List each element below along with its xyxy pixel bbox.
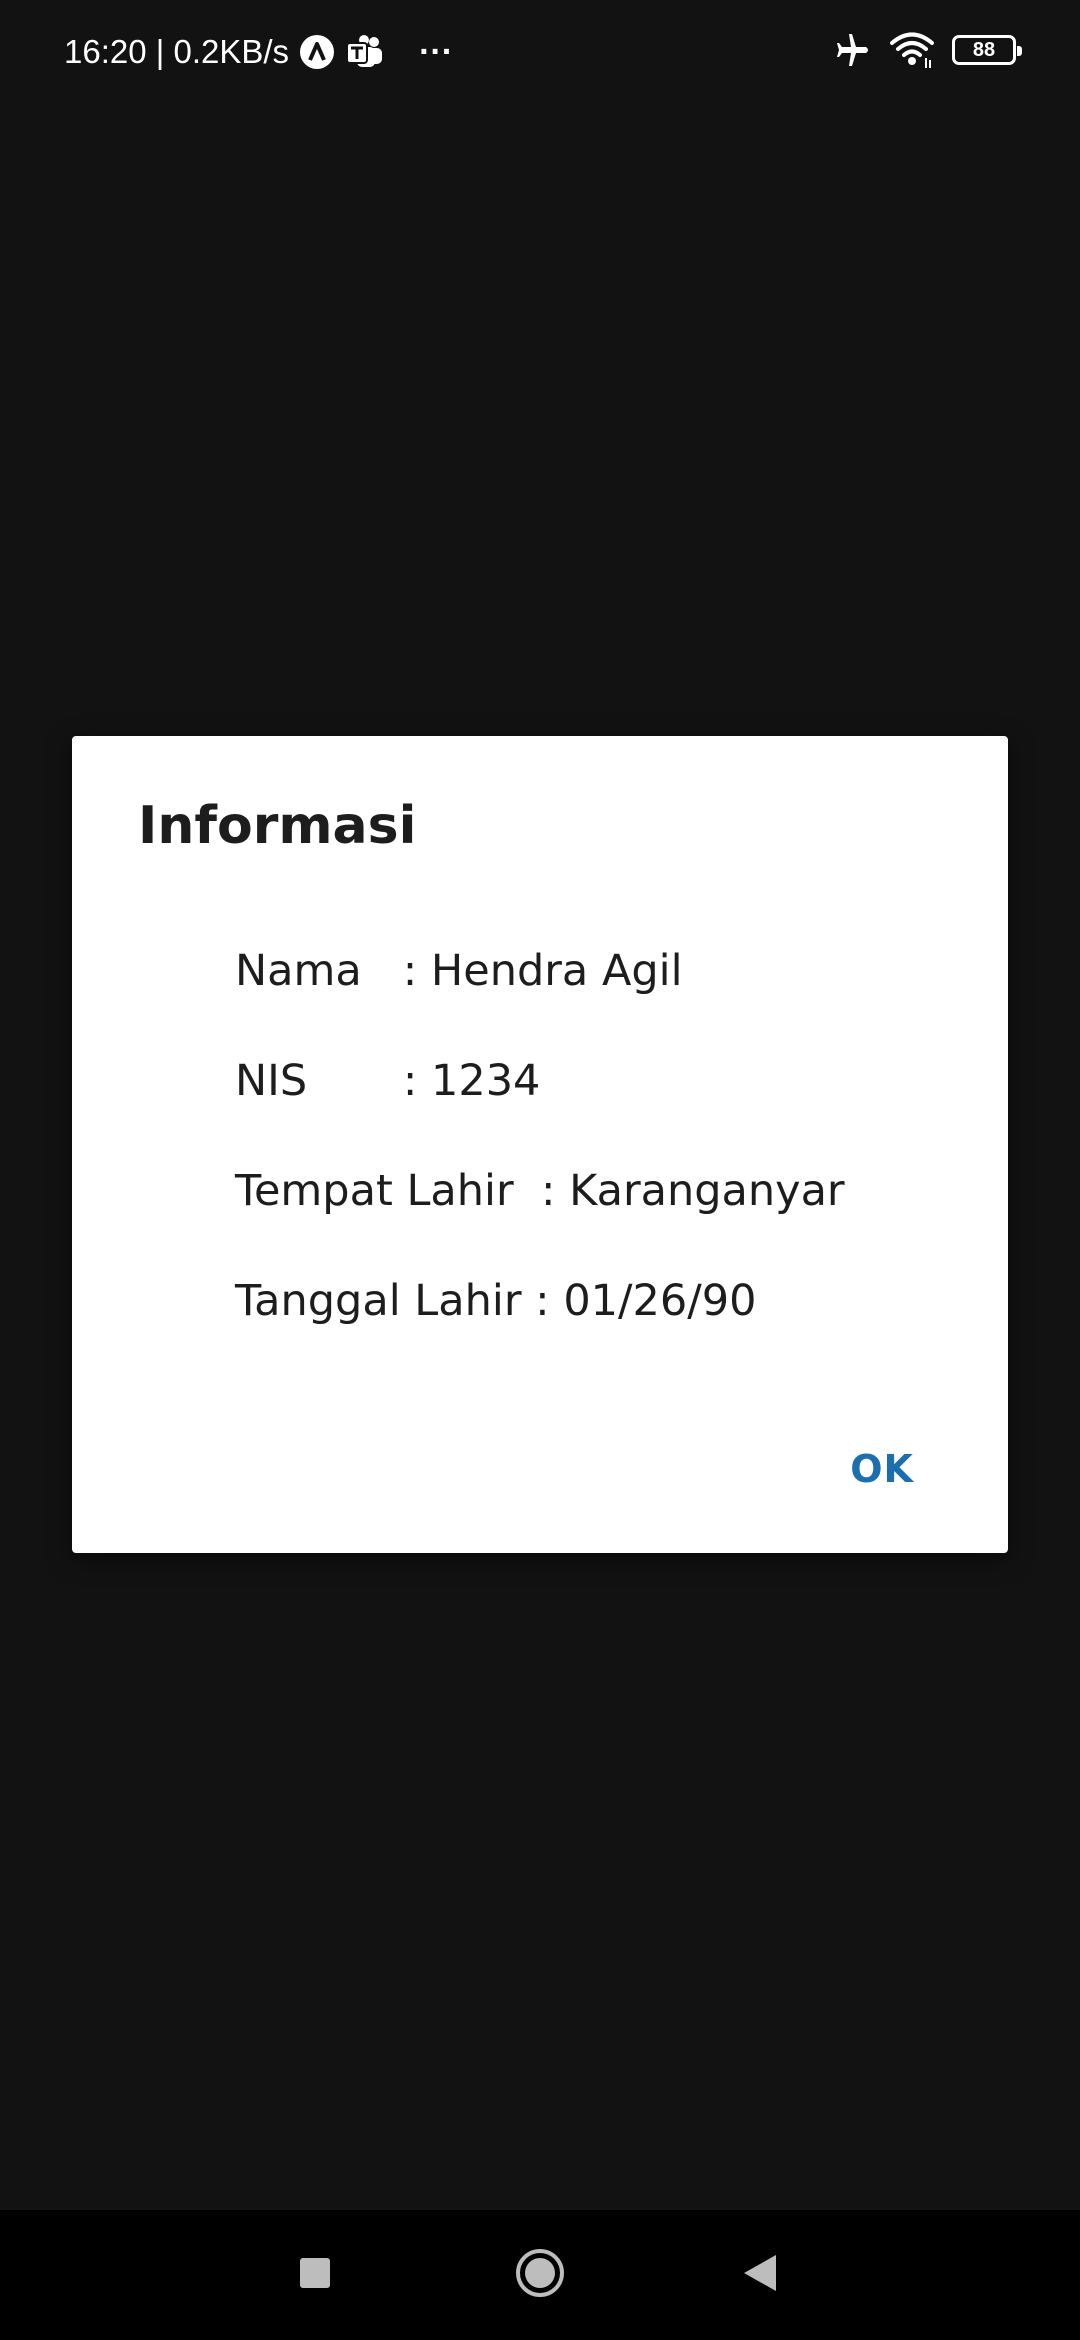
info-dialog: Informasi Nama : Hendra Agil NIS : 1234 … — [72, 736, 1008, 1553]
recents-button[interactable] — [255, 2210, 375, 2340]
airplane-mode-icon — [832, 30, 872, 70]
info-row-nama: Nama : Hendra Agil — [235, 946, 683, 996]
back-button[interactable] — [700, 2210, 820, 2340]
screen: 16:20 | 0.2KB/s ··· 88 Informasi Nama: … — [0, 0, 1080, 2340]
status-right: 88 — [832, 26, 1022, 74]
battery-level: 88 — [972, 38, 996, 61]
status-left: 16:20 | 0.2KB/s ··· — [64, 28, 453, 76]
status-bar: 16:20 | 0.2KB/s ··· 88 — [0, 0, 1080, 100]
more-notifications-icon: ··· — [419, 32, 454, 71]
info-list: Nama : Hendra Agil NIS : 1234 Tempat Lah… — [235, 916, 955, 1356]
battery-icon: 88 — [952, 35, 1022, 65]
teams-icon — [345, 34, 385, 70]
back-icon — [742, 2253, 778, 2297]
status-time-speed: 16:20 | 0.2KB/s — [64, 33, 290, 70]
dialog-title: Informasi — [138, 796, 417, 856]
app-a-icon — [299, 34, 335, 70]
ok-button[interactable]: OK — [846, 1441, 918, 1497]
info-row-tanggal-lahir: Tanggal Lahir : 01/26/90 — [235, 1276, 757, 1326]
recents-icon — [298, 2256, 332, 2294]
info-row-tempat-lahir: Tempat Lahir : Karanganyar — [235, 1166, 845, 1216]
navigation-bar — [0, 2210, 1080, 2340]
home-button[interactable] — [480, 2210, 600, 2340]
wifi-icon — [890, 30, 934, 70]
home-icon — [514, 2247, 566, 2303]
info-row-nis: NIS : 1234 — [235, 1056, 541, 1106]
